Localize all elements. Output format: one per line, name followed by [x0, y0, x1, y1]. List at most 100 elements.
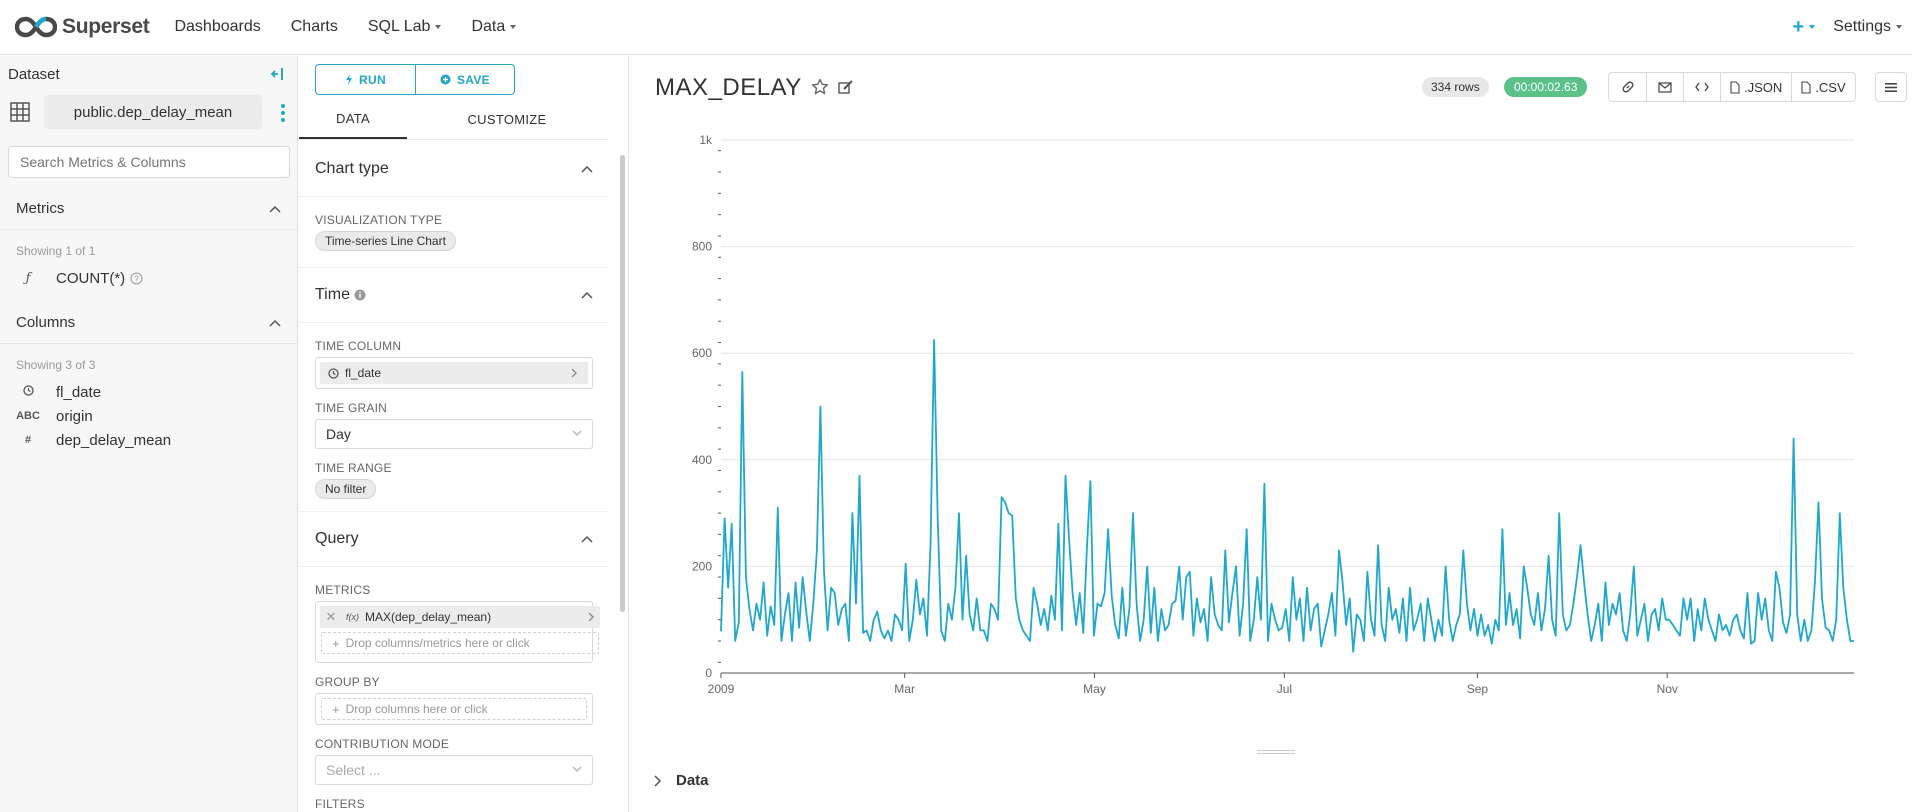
time-grain-label: TIME GRAIN [315, 401, 388, 415]
chevron-right-icon[interactable] [560, 362, 588, 384]
column-item[interactable]: ABC origin [0, 404, 297, 428]
superset-logo[interactable]: Superset [15, 0, 150, 55]
tab-customize[interactable]: CUSTOMIZE [407, 100, 607, 139]
column-name: dep_delay_mean [56, 431, 172, 449]
metrics-drop-zone[interactable]: + Drop columns/metrics here or click [321, 632, 599, 654]
x-tick-label: Jul [1277, 682, 1292, 696]
chevron-up-icon [269, 319, 281, 327]
time-column-label: TIME COLUMN [315, 339, 402, 353]
control-panel-body: Chart type VISUALIZATION TYPE Time-serie… [299, 141, 609, 811]
time-column-value: fl_date [345, 366, 382, 380]
superset-logo-icon [15, 16, 57, 38]
table-grid-icon [10, 102, 30, 122]
y-tick-label: 800 [692, 240, 712, 254]
columns-section-header[interactable]: Columns [0, 302, 297, 344]
control-panel: RUN SAVE DATA CUSTOMIZE Chart type VISUA… [299, 56, 629, 812]
time-title: Time [315, 286, 350, 303]
y-tick-label: 600 [692, 346, 712, 360]
metric-item[interactable]: ƒ COUNT(*) ? [0, 266, 297, 290]
time-range-value[interactable]: No filter [315, 479, 377, 499]
question-circle-icon[interactable]: ? [130, 272, 143, 285]
y-tick-label: 400 [692, 453, 712, 467]
series-line [720, 339, 1854, 653]
filters-label: FILTERS [315, 797, 365, 811]
remove-metric-icon[interactable]: ✕ [320, 609, 342, 625]
column-name: fl_date [56, 383, 102, 401]
visualization-type-value[interactable]: Time-series Line Chart [315, 231, 456, 251]
y-tick-label: 0 [705, 666, 712, 680]
plus-circle-icon [440, 74, 451, 85]
time-range-label: TIME RANGE [315, 461, 392, 475]
time-section-header[interactable]: Time [299, 267, 609, 323]
dataset-menu-icon[interactable] [281, 104, 285, 122]
function-icon: ƒ [25, 270, 31, 286]
plus-icon: + [332, 701, 340, 717]
dataset-header: Dataset [0, 56, 297, 92]
tab-data[interactable]: DATA [299, 100, 407, 139]
run-button[interactable]: RUN [315, 64, 416, 95]
data-section-toggle[interactable]: Data [654, 772, 709, 789]
y-tick-label: 200 [692, 559, 712, 573]
chevron-up-icon [581, 165, 593, 173]
time-title-wrap: Time [315, 286, 366, 304]
contribution-mode-select[interactable]: Select ... [315, 755, 593, 785]
nav-data[interactable]: Data [456, 18, 531, 36]
column-name: origin [56, 407, 93, 425]
contribution-mode-placeholder: Select ... [326, 762, 381, 778]
main-nav: Dashboards Charts SQL Lab Data [159, 0, 531, 55]
caret-down-icon [1896, 25, 1902, 29]
brand-name: Superset [62, 15, 150, 38]
x-tick-label: 2009 [708, 682, 735, 696]
search-metrics-columns-input[interactable] [8, 146, 290, 178]
dataset-name[interactable]: public.dep_delay_mean [44, 95, 262, 129]
nav-dashboards[interactable]: Dashboards [159, 18, 275, 36]
metric-pill[interactable]: ✕ f(x) MAX(dep_delay_mean) [320, 606, 600, 628]
chart-type-section-header[interactable]: Chart type [299, 141, 609, 197]
x-tick-label: Mar [894, 682, 915, 696]
save-button[interactable]: SAVE [416, 64, 515, 95]
contribution-mode-label: CONTRIBUTION MODE [315, 737, 450, 751]
group-by-drop-zone[interactable]: + Drop columns here or click [321, 698, 587, 720]
resize-handle[interactable] [1257, 750, 1295, 754]
plus-icon: + [1792, 15, 1805, 38]
control-tabs: DATA CUSTOMIZE [299, 100, 609, 140]
line-chart[interactable]: 0 200 400 600 800 1k 2009 Mar May Jul Sep Nov [630, 56, 1912, 756]
column-item[interactable]: fl_date [0, 380, 297, 404]
nav-right: + Settings [1775, 0, 1912, 55]
x-tick-label: May [1083, 682, 1106, 696]
top-navbar: Superset Dashboards Charts SQL Lab Data … [0, 0, 1912, 55]
group-by-drop-text: Drop columns here or click [345, 702, 488, 716]
settings-menu[interactable]: Settings [1833, 18, 1912, 36]
nav-sql-lab-label: SQL Lab [367, 18, 431, 35]
control-panel-scrollbar[interactable] [620, 155, 625, 612]
metrics-label: METRICS [315, 583, 371, 597]
nav-sql-lab[interactable]: SQL Lab [353, 18, 457, 36]
chevron-down-icon [572, 430, 582, 436]
columns-showing-count: Showing 3 of 3 [16, 358, 96, 372]
dataset-header-label: Dataset [8, 65, 60, 83]
time-column-select[interactable]: fl_date [315, 357, 593, 389]
query-section-header[interactable]: Query [299, 511, 609, 567]
collapse-panel-icon[interactable] [269, 67, 285, 81]
run-save-buttons: RUN SAVE [315, 64, 515, 95]
info-icon[interactable] [354, 289, 366, 301]
visualization-type-label: VISUALIZATION TYPE [315, 213, 443, 227]
time-grain-select[interactable]: Day [315, 419, 593, 449]
chart-area: MAX_DELAY 334 rows 00:00:02.63 .JSON .CS… [630, 56, 1912, 812]
save-label: SAVE [457, 72, 490, 87]
group-by-label: GROUP BY [315, 675, 380, 689]
numeric-type-icon: # [24, 434, 32, 446]
time-grain-value: Day [326, 426, 351, 442]
settings-label: Settings [1833, 18, 1891, 35]
caret-down-icon [1809, 25, 1816, 29]
metrics-control: ✕ f(x) MAX(dep_delay_mean) + Drop column… [315, 601, 600, 663]
nav-charts[interactable]: Charts [276, 18, 353, 36]
new-item-button[interactable]: + [1775, 16, 1834, 39]
chevron-right-icon[interactable] [588, 612, 594, 622]
clock-icon [0, 385, 56, 399]
caret-down-icon [510, 25, 517, 29]
series-layer [720, 339, 1854, 653]
metrics-section-header[interactable]: Metrics [0, 188, 297, 230]
column-item[interactable]: # dep_delay_mean [0, 428, 297, 452]
chevron-down-icon [572, 766, 582, 772]
